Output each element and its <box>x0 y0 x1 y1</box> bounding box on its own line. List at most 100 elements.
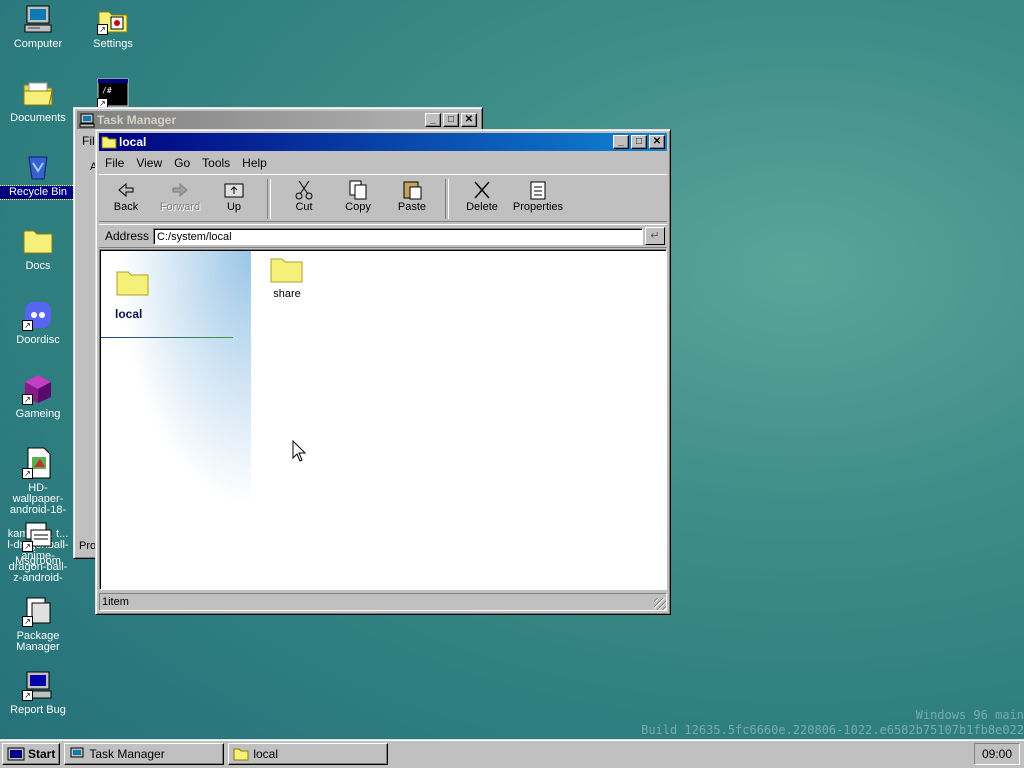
start-button[interactable]: Start <box>2 743 61 765</box>
desktop-icon-recycle-bin[interactable]: Recycle Bin <box>0 151 77 200</box>
toolbar-separator <box>445 179 449 219</box>
settings-icon: ↗ <box>97 3 129 35</box>
properties-icon <box>530 181 546 200</box>
shortcut-arrow-icon: ↗ <box>22 320 33 331</box>
taskbar: Start Task Manager local 09:00 <box>0 739 1024 768</box>
file-item[interactable]: share <box>260 254 314 300</box>
desktop-icon-report-bug[interactable]: ↗ Report Bug <box>0 669 76 717</box>
menu-view[interactable]: View <box>130 156 168 170</box>
address-bar: Address C:/system/local ↵ <box>99 224 667 248</box>
desktop-icon-label: Recycle Bin <box>0 185 77 200</box>
taskbar-button-local[interactable]: local <box>228 743 389 765</box>
discord-icon: ↗ <box>22 299 54 331</box>
computer-icon <box>22 3 54 35</box>
desktop-icon-label: Documents <box>10 112 66 124</box>
desktop-icon-documents[interactable]: Documents <box>0 77 76 125</box>
desktop-icon-label: Computer <box>13 38 63 50</box>
minimize-button[interactable]: _ <box>613 135 629 149</box>
desktop-icon-msgroom[interactable]: ↗ Msgroom <box>0 520 76 568</box>
copy-button[interactable]: Copy <box>331 177 385 221</box>
address-input[interactable]: C:/system/local <box>153 227 643 245</box>
delete-button[interactable]: Delete <box>455 177 509 221</box>
resize-grip-icon[interactable] <box>654 598 666 610</box>
desktop-icon-docs[interactable]: Docs <box>0 225 76 273</box>
explorer-titlebar[interactable]: local _ □ ✕ <box>99 133 667 151</box>
forward-arrow-icon <box>172 182 188 198</box>
maximize-button[interactable]: □ <box>631 135 647 149</box>
shortcut-arrow-icon: ↗ <box>22 690 33 701</box>
shortcut-arrow-icon: ↗ <box>97 24 108 35</box>
properties-label: Properties <box>512 201 564 213</box>
up-label: Up <box>226 201 242 213</box>
explorer-window[interactable]: local _ □ ✕ File View Go Tools Help Back… <box>95 129 671 615</box>
cut-button[interactable]: Cut <box>277 177 331 221</box>
terminal-icon: /# ↗ <box>97 77 129 109</box>
menu-file[interactable]: File <box>99 156 130 170</box>
desktop-icon-gameing[interactable]: ↗ Gameing <box>0 373 76 421</box>
window-title: local <box>119 135 147 149</box>
shortcut-arrow-icon: ↗ <box>22 616 33 627</box>
up-folder-icon <box>224 183 244 198</box>
paste-label: Paste <box>397 201 427 213</box>
task-manager-titlebar[interactable]: Task Manager _ □ ✕ <box>77 111 479 129</box>
taskbar-button-task-manager[interactable]: Task Manager <box>64 743 225 765</box>
menu-help[interactable]: Help <box>236 156 273 170</box>
shortcut-arrow-icon: ↗ <box>22 468 33 479</box>
file-item-label: share <box>273 288 301 300</box>
scissors-icon <box>295 180 313 200</box>
folder-icon <box>233 748 249 761</box>
paste-button[interactable]: Paste <box>385 177 439 221</box>
menu-go[interactable]: Go <box>168 156 196 170</box>
task-manager-icon <box>79 113 95 128</box>
desktop-icon-label: Msgroom <box>15 555 61 567</box>
start-label: Start <box>28 747 56 761</box>
copy-icon <box>349 180 367 200</box>
copy-label: Copy <box>345 201 371 213</box>
svg-text:/#: /# <box>102 86 112 95</box>
desktop-icon-computer[interactable]: Computer <box>0 3 76 51</box>
mouse-cursor-icon <box>292 440 306 462</box>
desktop-icon-label: Report Bug <box>10 704 66 716</box>
folder-icon <box>22 225 54 257</box>
toolbar: Back Forward Up Cut Copy Paste Delete Pr… <box>99 174 667 222</box>
image-file-icon: ↗ <box>22 447 54 479</box>
taskbar-button-label: local <box>253 747 279 761</box>
desktop-icon-label: Settings <box>93 38 133 50</box>
desktop-icon-label: Docs <box>25 260 51 272</box>
up-button[interactable]: Up <box>207 177 261 221</box>
desktop-icon-label: Doordisc <box>16 334 60 346</box>
back-label: Back <box>113 201 139 213</box>
minimize-button[interactable]: _ <box>425 113 441 127</box>
menu-bar: File View Go Tools Help <box>99 154 667 172</box>
desktop-icon-settings[interactable]: ↗ Settings <box>75 3 151 51</box>
close-button[interactable]: ✕ <box>649 135 665 149</box>
desktop-icon-label: HD-wallpaper-android-18- <box>9 482 67 516</box>
desktop-icon-doordisc[interactable]: ↗ Doordisc <box>0 299 76 347</box>
status-bar: 1item <box>99 593 667 611</box>
forward-button[interactable]: Forward <box>153 177 207 221</box>
system-tray-clock[interactable]: 09:00 <box>974 743 1020 765</box>
file-view[interactable]: local share <box>99 249 667 590</box>
shortcut-arrow-icon: ↗ <box>22 394 33 405</box>
task-manager-status-partial: Pro <box>79 540 97 552</box>
chat-icon: ↗ <box>22 520 54 552</box>
start-logo-icon <box>7 747 25 761</box>
paste-icon <box>403 181 422 200</box>
desktop-icon-package-manager[interactable]: ↗ Package Manager <box>0 595 76 654</box>
back-button[interactable]: Back <box>99 177 153 221</box>
desktop-icon-wallpaper[interactable]: ↗ HD-wallpaper-android-18- <box>0 447 76 517</box>
shortcut-arrow-icon: ↗ <box>22 541 33 552</box>
maximize-button[interactable]: □ <box>443 113 459 127</box>
close-button[interactable]: ✕ <box>461 113 477 127</box>
build-watermark-line2: Build 12635.5fc6660e.220806-1022.e6582b7… <box>641 723 1024 737</box>
menu-tools[interactable]: Tools <box>196 156 236 170</box>
folder-open-icon <box>22 77 54 109</box>
desktop-icon-label: Gameing <box>15 408 61 420</box>
build-watermark-line1: Windows 96 main <box>915 708 1024 722</box>
delete-label: Delete <box>466 201 498 213</box>
properties-button[interactable]: Properties <box>509 177 567 221</box>
recycle-bin-icon <box>22 151 54 183</box>
game-cube-icon: ↗ <box>22 373 54 405</box>
address-label: Address <box>105 229 150 243</box>
go-button[interactable]: ↵ <box>645 227 665 245</box>
